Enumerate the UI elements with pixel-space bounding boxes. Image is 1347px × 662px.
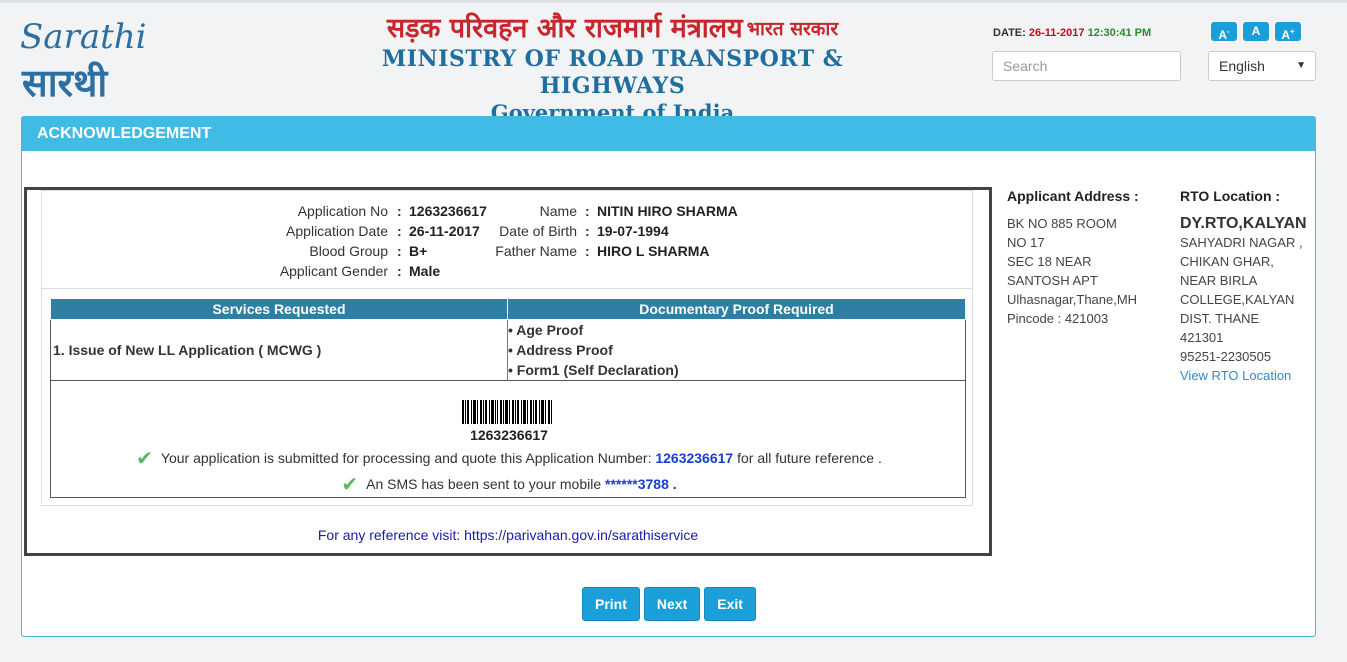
- language-select[interactable]: English ▼: [1208, 51, 1316, 81]
- sarathi-logo[interactable]: Sarathi सारथी: [18, 12, 158, 106]
- address-line: BK NO 885 ROOM: [1007, 216, 1117, 231]
- acknowledgement-panel: ACKNOWLEDGEMENT Application No : 1263236…: [21, 116, 1316, 637]
- rto-line: SAHYADRI NAGAR ,: [1180, 235, 1303, 250]
- submission-box: 1263236617 ✔ Your application is submitte…: [50, 380, 966, 498]
- address-title: Applicant Address :: [1007, 188, 1139, 204]
- rto-line: 421301: [1180, 330, 1224, 345]
- svg-text:सारथी: सारथी: [21, 61, 108, 105]
- chevron-down-icon: ▼: [1296, 60, 1306, 71]
- font-size-controls: A- A A+: [1211, 22, 1301, 42]
- services-header: Services Requested: [50, 298, 508, 320]
- search-input[interactable]: Search: [992, 51, 1181, 81]
- rto-location: RTO Location : DY.RTO,KALYAN SAHYADRI NA…: [1180, 187, 1315, 385]
- name-value: NITIN HIRO SHARMA: [597, 203, 738, 219]
- app-date-value: 26-11-2017: [409, 223, 480, 239]
- app-date-label: Application Date: [286, 223, 388, 239]
- rto-line: CHIKAN GHAR,: [1180, 254, 1274, 269]
- applicant-address: Applicant Address : BK NO 885 ROOM NO 17…: [1007, 187, 1167, 328]
- ministry-english: MINISTRY OF ROAD TRANSPORT & HIGHWAYS: [381, 46, 844, 99]
- address-line: Ulhasnagar,Thane,MH: [1007, 292, 1138, 307]
- acknowledgement-inner: Application No : 1263236617 Application …: [41, 190, 973, 506]
- barcode-number: 1263236617: [470, 427, 548, 443]
- applicant-info: Application No : 1263236617 Application …: [42, 191, 972, 289]
- blood-group-label: Blood Group: [309, 243, 388, 259]
- address-line: Pincode : 421003: [1007, 311, 1109, 326]
- address-line: SEC 18 NEAR: [1007, 254, 1092, 269]
- action-buttons: Print Next Exit: [582, 587, 756, 621]
- acknowledgement-box: Application No : 1263236617 Application …: [24, 187, 992, 556]
- app-no-label: Application No: [297, 203, 388, 219]
- rto-office: DY.RTO,KALYAN: [1180, 215, 1307, 232]
- exit-button[interactable]: Exit: [704, 587, 756, 621]
- barcode-image: [462, 400, 552, 424]
- top-divider: [0, 0, 1347, 3]
- reference-link[interactable]: For any reference visit: https://parivah…: [27, 527, 989, 543]
- dob-label: Date of Birth: [499, 223, 577, 239]
- services-table: Services Requested Documentary Proof Req…: [50, 298, 966, 381]
- list-item: • Age Proof: [508, 322, 584, 338]
- submission-message: ✔ Your application is submitted for proce…: [136, 448, 882, 470]
- list-item: • Address Proof: [508, 342, 613, 358]
- gender-label: Applicant Gender: [279, 263, 388, 279]
- list-item: • Form1 (Self Declaration): [508, 362, 679, 378]
- father-label: Father Name: [495, 243, 577, 259]
- checkmark-icon: ✔: [341, 474, 359, 496]
- date-time: DATE: 26-11-2017 12:30:41 PM: [993, 27, 1152, 39]
- proof-header: Documentary Proof Required: [507, 298, 966, 320]
- rto-line: NEAR BIRLA: [1180, 273, 1258, 288]
- address-line: NO 17: [1007, 235, 1045, 250]
- service-cell: 1. Issue of New LL Application ( MCWG ): [50, 319, 508, 381]
- panel-title: ACKNOWLEDGEMENT: [22, 117, 1315, 151]
- rto-line: DIST. THANE: [1180, 311, 1260, 326]
- father-value: HIRO L SHARMA: [597, 243, 710, 259]
- table-row: 1. Issue of New LL Application ( MCWG ) …: [50, 319, 966, 381]
- rto-phone: 95251-2230505: [1180, 349, 1272, 364]
- font-increase-button[interactable]: A+: [1275, 22, 1301, 42]
- checkmark-icon: ✔: [136, 448, 153, 470]
- site-header: Sarathi सारथी सड़क परिवहन और राजमार्ग मं…: [0, 0, 1347, 125]
- font-decrease-button[interactable]: A-: [1211, 22, 1237, 42]
- name-label: Name: [539, 203, 577, 219]
- dob-value: 19-07-1994: [597, 223, 669, 239]
- sms-message: ✔ An SMS has been sent to your mobile ***…: [341, 474, 677, 496]
- address-line: SANTOSH APT: [1007, 273, 1098, 288]
- ministry-hindi: सड़क परिवहन और राजमार्ग मंत्रालय भारत सरक…: [386, 13, 839, 44]
- proof-cell: • Age Proof • Address Proof • Form1 (Sel…: [508, 320, 966, 381]
- next-button[interactable]: Next: [643, 587, 701, 621]
- blood-group-value: B+: [409, 243, 428, 259]
- view-rto-location-link[interactable]: View RTO Location: [1180, 368, 1291, 383]
- ministry-title: सड़क परिवहन और राजमार्ग मंत्रालय भारत सरक…: [320, 12, 905, 126]
- font-normal-button[interactable]: A: [1243, 22, 1269, 41]
- print-button[interactable]: Print: [582, 587, 640, 621]
- svg-text:Sarathi: Sarathi: [20, 17, 147, 57]
- rto-line: COLLEGE,KALYAN: [1180, 292, 1295, 307]
- gender-value: Male: [409, 263, 441, 279]
- rto-title: RTO Location :: [1180, 188, 1281, 204]
